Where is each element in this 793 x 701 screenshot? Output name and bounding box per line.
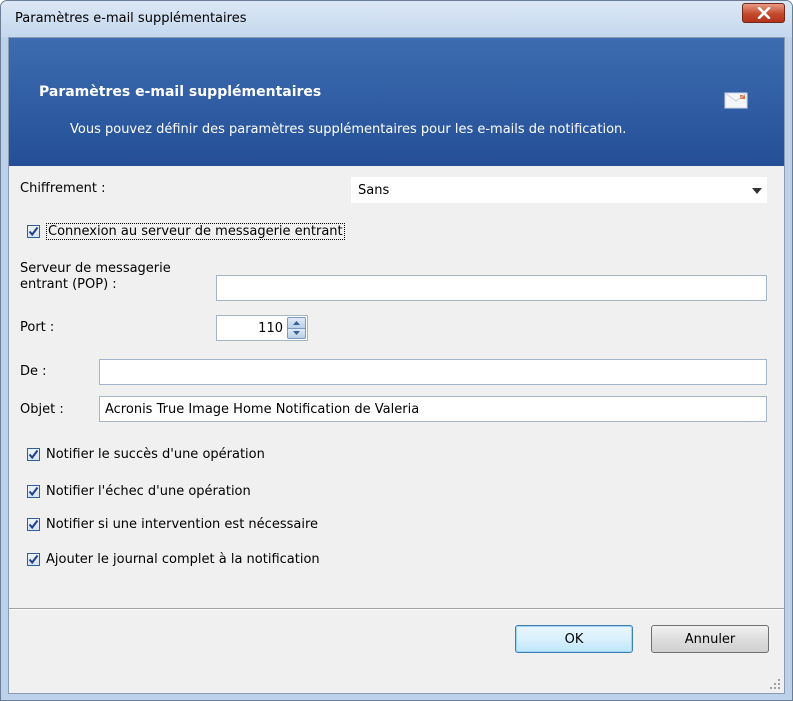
checkbox-checked-icon[interactable] [27, 225, 40, 238]
subject-input[interactable]: Acronis True Image Home Notification de … [99, 396, 767, 422]
checkbox-checked-icon[interactable] [27, 448, 40, 461]
notify-failure-checkbox[interactable]: Notifier l'échec d'une opération [27, 484, 251, 499]
pop-server-label-line1: Serveur de messagerie [20, 261, 171, 276]
pop-server-input[interactable] [216, 275, 767, 301]
dialog-window: Paramètres e-mail supplémentaires Paramè… [0, 0, 793, 701]
encryption-label: Chiffrement : [20, 181, 106, 196]
header-banner: Paramètres e-mail supplémentaires Vous p… [9, 38, 784, 166]
mail-icon [724, 92, 748, 109]
attach-log-label: Ajouter le journal complet à la notifica… [46, 552, 320, 567]
close-icon [757, 7, 770, 19]
chevron-down-icon [752, 188, 762, 194]
port-increment-button[interactable] [287, 317, 306, 329]
pop-server-label: Serveur de messagerie entrant (POP) : [20, 261, 171, 293]
notify-intervention-checkbox[interactable]: Notifier si une intervention est nécessa… [27, 517, 318, 532]
from-label: De : [20, 364, 47, 379]
port-decrement-button[interactable] [287, 328, 306, 339]
checkbox-checked-icon[interactable] [27, 518, 40, 531]
notify-intervention-label: Notifier si une intervention est nécessa… [46, 517, 318, 532]
port-value: 110 [258, 321, 283, 336]
port-stepper[interactable]: 110 [216, 315, 308, 341]
dialog-client-area: Paramètres e-mail supplémentaires Vous p… [8, 37, 785, 694]
ok-button[interactable]: OK [515, 625, 633, 653]
subject-label: Objet : [20, 402, 64, 417]
close-button[interactable] [742, 3, 785, 23]
encryption-select[interactable]: Sans [351, 177, 767, 203]
encryption-value: Sans [358, 183, 390, 198]
title-bar[interactable]: Paramètres e-mail supplémentaires [1, 1, 792, 37]
resize-grip-icon[interactable] [769, 678, 781, 690]
chevron-down-small-icon [293, 331, 300, 336]
incoming-server-label: Connexion au serveur de messagerie entra… [46, 223, 345, 240]
footer-separator [9, 608, 784, 610]
notify-success-checkbox[interactable]: Notifier le succès d'une opération [27, 447, 265, 462]
banner-heading: Paramètres e-mail supplémentaires [39, 84, 322, 100]
checkbox-checked-icon[interactable] [27, 553, 40, 566]
port-label: Port : [20, 320, 55, 335]
notify-success-label: Notifier le succès d'une opération [46, 447, 265, 462]
notify-failure-label: Notifier l'échec d'une opération [46, 484, 251, 499]
chevron-up-icon [293, 320, 300, 325]
pop-server-label-line2: entrant (POP) : [20, 277, 117, 292]
cancel-button[interactable]: Annuler [651, 625, 769, 653]
cancel-button-label: Annuler [684, 631, 736, 647]
window-title: Paramètres e-mail supplémentaires [15, 11, 247, 26]
banner-description: Vous pouvez définir des paramètres suppl… [70, 122, 627, 137]
incoming-server-checkbox[interactable]: Connexion au serveur de messagerie entra… [27, 223, 345, 240]
attach-log-checkbox[interactable]: Ajouter le journal complet à la notifica… [27, 552, 320, 567]
ok-button-label: OK [564, 631, 584, 647]
from-input[interactable] [99, 359, 767, 385]
subject-value: Acronis True Image Home Notification de … [105, 402, 420, 417]
checkbox-checked-icon[interactable] [27, 485, 40, 498]
